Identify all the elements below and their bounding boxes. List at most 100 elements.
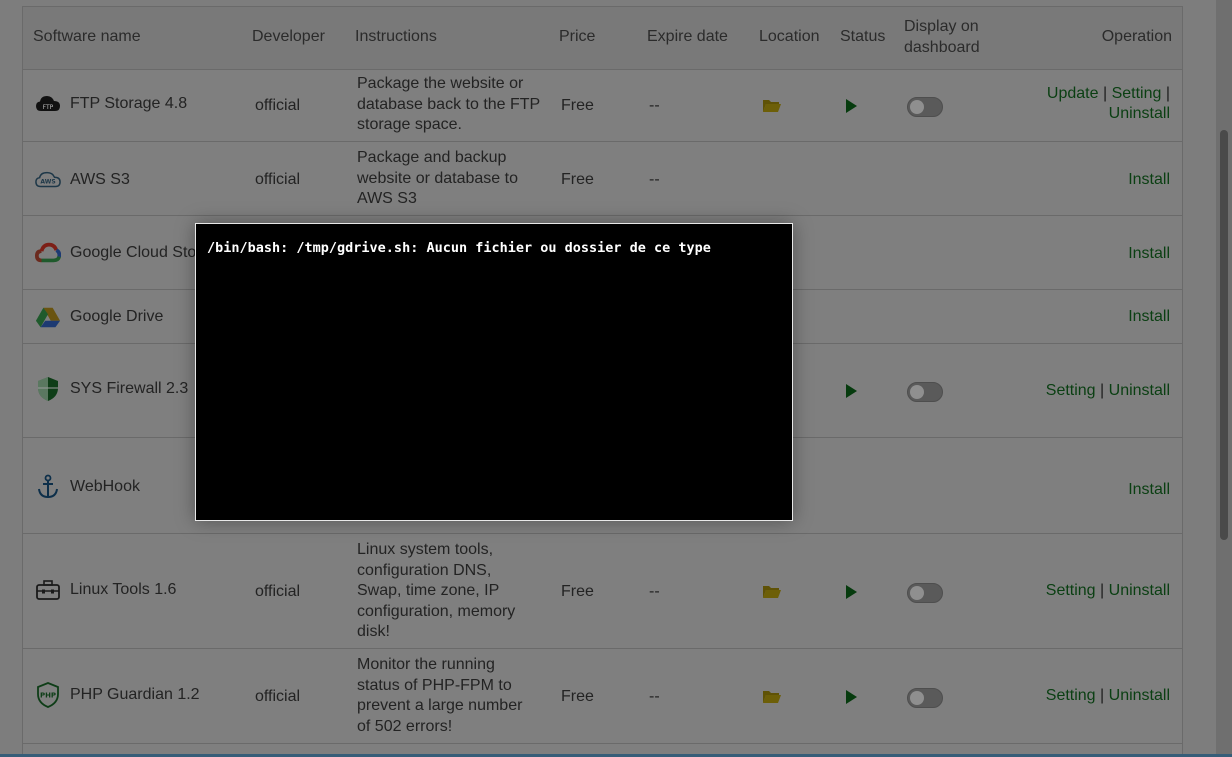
install-link[interactable]: Install	[1128, 308, 1170, 325]
dashboard-toggle[interactable]	[907, 97, 943, 117]
google-drive-icon	[35, 304, 61, 330]
expire-date-cell: --	[649, 583, 660, 600]
play-icon[interactable]	[846, 690, 857, 704]
toggle-knob	[910, 691, 924, 705]
folder-icon[interactable]	[762, 584, 781, 604]
instructions-line: status of PHP-FPM to	[357, 676, 512, 694]
instructions-line: storage space.	[357, 116, 462, 133]
expire-date-cell: --	[649, 688, 660, 705]
folder-icon[interactable]	[762, 98, 781, 118]
instructions-line: Swap, time zone, IP	[357, 582, 500, 599]
anchor-icon	[35, 474, 61, 500]
software-name[interactable]: Linux Tools 1.6	[70, 580, 176, 600]
software-name[interactable]: WebHook	[70, 477, 140, 497]
table-row: Linux Tools 1.6 official Linux system to…	[23, 534, 1182, 649]
separator: |	[1100, 382, 1105, 399]
php-shield-icon: PHP	[35, 682, 61, 708]
instructions-cell: Monitor the running status of PHP-FPM to…	[357, 655, 547, 737]
folder-icon[interactable]	[762, 689, 781, 709]
install-link[interactable]: Install	[1128, 245, 1170, 262]
instructions-line: configuration DNS,	[357, 561, 492, 579]
instructions-line: Package and backup	[357, 149, 507, 166]
table-row: PHP PHP Guardian 1.2 official Monitor th…	[23, 649, 1182, 744]
instructions-line: Package the website or	[357, 75, 524, 92]
instructions-cell: Linux system tools, configuration DNS, S…	[357, 540, 547, 643]
ftp-icon: FTP	[35, 91, 61, 117]
price-cell: Free	[561, 97, 594, 114]
play-icon[interactable]	[846, 99, 857, 113]
table-row: FTP FTP Storage 4.8 official Package the…	[23, 68, 1182, 142]
toggle-knob	[910, 385, 924, 399]
separator: |	[1100, 687, 1105, 704]
instructions-line: of 502 errors!	[357, 717, 453, 735]
operation-cell: Install	[1128, 170, 1170, 190]
developer-cell: official	[255, 583, 301, 600]
uninstall-link[interactable]: Uninstall	[1109, 382, 1170, 399]
google-cloud-icon	[35, 240, 61, 266]
software-name-cell: Google Drive	[35, 304, 163, 330]
col-price: Price	[559, 28, 596, 45]
play-icon[interactable]	[846, 384, 857, 398]
vertical-scrollbar[interactable]	[1216, 0, 1232, 757]
software-name-cell: Google Cloud Sto	[35, 240, 196, 266]
shield-icon	[35, 376, 61, 402]
software-name-cell: Linux Tools 1.6	[35, 577, 176, 603]
setting-link[interactable]: Setting	[1112, 85, 1162, 102]
col-software-name: Software name	[33, 28, 141, 45]
operation-cell: Setting | Uninstall	[1046, 686, 1170, 706]
software-name-cell: WebHook	[35, 474, 140, 500]
operation-cell: Update | Setting | Uninstall	[1047, 84, 1170, 124]
software-name-cell: AWS AWS S3	[35, 167, 130, 193]
software-name[interactable]: FTP Storage 4.8	[70, 94, 187, 114]
install-link[interactable]: Install	[1128, 481, 1170, 498]
svg-text:PHP: PHP	[40, 692, 56, 700]
play-icon[interactable]	[846, 585, 857, 599]
aws-icon: AWS	[35, 167, 61, 193]
dashboard-toggle[interactable]	[907, 688, 943, 708]
instructions-line: database back to the FTP	[357, 95, 541, 113]
software-name-cell: PHP PHP Guardian 1.2	[35, 682, 200, 708]
price-cell: Free	[561, 688, 594, 705]
setting-link[interactable]: Setting	[1046, 382, 1096, 399]
uninstall-link[interactable]: Uninstall	[1109, 582, 1170, 599]
col-instructions: Instructions	[355, 28, 437, 45]
dashboard-toggle[interactable]	[907, 583, 943, 603]
install-link[interactable]: Install	[1128, 171, 1170, 188]
price-cell: Free	[561, 171, 594, 188]
software-name-cell: SYS Firewall 2.3	[35, 376, 188, 402]
separator: |	[1102, 85, 1108, 102]
software-name[interactable]: Google Drive	[70, 307, 163, 327]
update-link[interactable]: Update	[1047, 85, 1099, 102]
expire-date-cell: --	[649, 97, 660, 114]
expire-date-cell: --	[649, 171, 660, 188]
uninstall-link[interactable]: Uninstall	[1109, 105, 1170, 122]
software-name-cell: FTP FTP Storage 4.8	[35, 91, 187, 117]
operation-cell: Install	[1128, 244, 1170, 264]
svg-text:FTP: FTP	[43, 104, 54, 111]
software-name[interactable]: PHP Guardian 1.2	[70, 685, 200, 705]
instructions-line: website or database to	[357, 169, 518, 187]
col-expire-date: Expire date	[647, 28, 728, 45]
setting-link[interactable]: Setting	[1046, 582, 1096, 599]
software-name[interactable]: SYS Firewall 2.3	[70, 379, 188, 399]
dashboard-toggle[interactable]	[907, 382, 943, 402]
uninstall-link[interactable]: Uninstall	[1109, 687, 1170, 704]
operation-cell: Setting | Uninstall	[1046, 381, 1170, 401]
svg-text:AWS: AWS	[40, 179, 55, 186]
instructions-cell: Package the website or database back to …	[357, 74, 547, 136]
software-name[interactable]: Google Cloud Sto	[70, 243, 196, 263]
operation-cell: Install	[1128, 480, 1170, 500]
operation-cell: Install	[1128, 307, 1170, 327]
terminal-output-window[interactable]: /bin/bash: /tmp/gdrive.sh: Aucun fichier…	[195, 223, 793, 521]
price-cell: Free	[561, 583, 594, 600]
col-location: Location	[759, 28, 820, 45]
scrollbar-thumb[interactable]	[1220, 130, 1228, 540]
instructions-line: prevent a large number	[357, 697, 523, 714]
operation-cell: Setting | Uninstall	[1046, 581, 1170, 601]
instructions-cell: Package and backup website or database t…	[357, 148, 547, 210]
software-name[interactable]: AWS S3	[70, 170, 130, 190]
terminal-output-text: /bin/bash: /tmp/gdrive.sh: Aucun fichier…	[207, 240, 711, 256]
setting-link[interactable]: Setting	[1046, 687, 1096, 704]
toggle-knob	[910, 586, 924, 600]
col-status: Status	[840, 28, 886, 45]
